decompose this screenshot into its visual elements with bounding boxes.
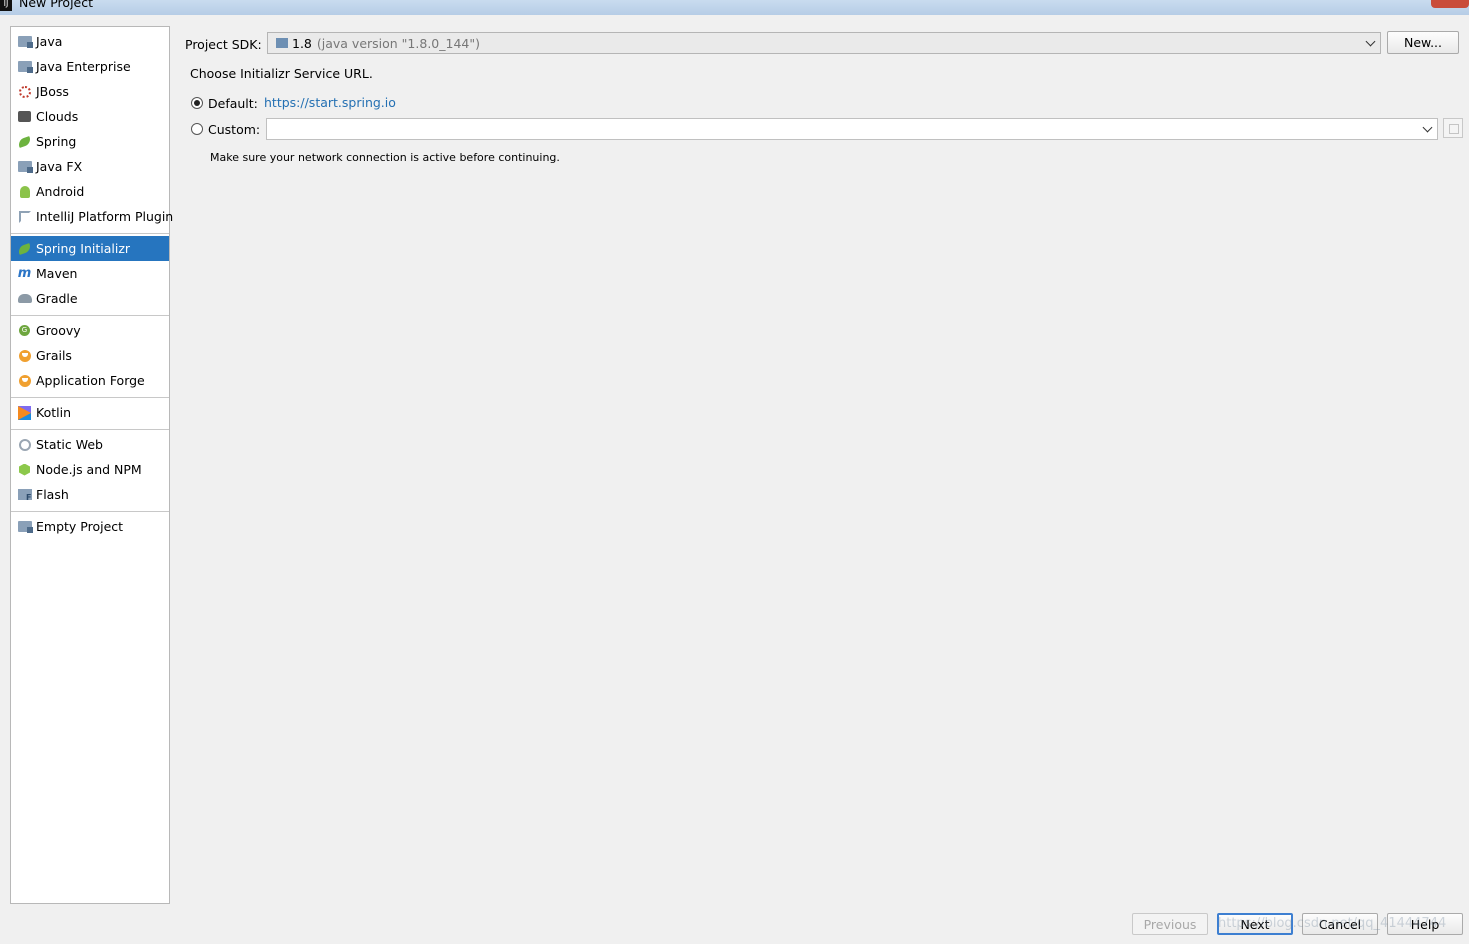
spring-initializr-panel: Project SDK: 1.8 (java version "1.8.0_14… [170,26,1469,902]
grails-icon [17,373,32,388]
sidebar-group: Kotlin [11,398,169,430]
sidebar-item-java-fx[interactable]: Java FX [11,154,169,179]
sidebar-item-groovy[interactable]: G Groovy [11,318,169,343]
network-note: Make sure your network connection is act… [210,151,560,164]
window-title: New Project [19,0,94,10]
plugin-icon [17,209,32,224]
sidebar-item-label: Grails [36,348,72,363]
sidebar-item-label: Application Forge [36,373,145,388]
sidebar-item-label: Java FX [36,159,83,174]
sidebar-item-label: IntelliJ Platform Plugin [36,209,174,224]
close-window-button[interactable] [1431,0,1469,8]
sidebar-item-label: Empty Project [36,519,124,534]
sdk-detail: (java version "1.8.0_144") [316,35,480,51]
custom-url-browse-button[interactable] [1443,118,1463,138]
sidebar-item-label: Static Web [36,437,103,452]
sidebar-item-label: Gradle [36,291,78,306]
help-button[interactable]: Help [1387,913,1463,935]
custom-label: Custom: [208,122,261,137]
kotlin-icon [17,405,32,420]
project-sdk-label: Project SDK: [185,37,262,52]
maven-icon: m [17,266,32,281]
sidebar-item-flash[interactable]: Flash [11,482,169,507]
gradle-icon [17,291,32,306]
sidebar-group: Java Java Enterprise JBoss Clouds Spring Java… [11,27,173,234]
sidebar-item-label: Flash [36,487,69,502]
sidebar-item-empty-project[interactable]: Empty Project [11,514,169,539]
sidebar-item-android[interactable]: Android [11,179,169,204]
sidebar-item-spring-initializr[interactable]: Spring Initializr [11,236,169,261]
sidebar-item-label: Java Enterprise [36,59,131,74]
project-sdk-dropdown[interactable]: 1.8 (java version "1.8.0_144") [267,32,1381,54]
sdk-version: 1.8 [292,35,312,51]
previous-button[interactable]: Previous [1132,913,1208,935]
new-sdk-button[interactable]: New... [1387,31,1459,54]
cancel-button[interactable]: Cancel [1302,913,1378,935]
intellij-app-icon: IJ [0,0,12,11]
groovy-icon: G [17,323,32,338]
default-label: Default: [208,96,258,111]
choose-url-label: Choose Initializr Service URL. [190,66,373,81]
default-url-link[interactable]: https://start.spring.io [264,95,396,110]
grails-icon [17,348,32,363]
android-icon [17,184,32,199]
cloud-icon [17,109,32,124]
folder-icon [17,34,33,49]
sidebar-item-label: Maven [36,266,78,281]
sidebar-item-label: Clouds [36,109,79,124]
custom-url-input[interactable] [266,118,1438,140]
sidebar-item-maven[interactable]: m Maven [11,261,169,286]
folder-icon [17,519,33,534]
default-url-radio[interactable] [191,97,203,109]
sidebar-group: Empty Project [11,512,169,543]
custom-url-radio[interactable] [191,123,203,135]
sdk-folder-icon [276,38,288,48]
sidebar-item-label: Java [36,34,63,49]
jboss-icon [17,84,32,99]
sidebar-item-clouds[interactable]: Clouds [11,104,169,129]
sidebar-item-intellij-platform-plugin[interactable]: IntelliJ Platform Plugin [11,204,173,229]
sidebar-item-grails[interactable]: Grails [11,343,169,368]
chevron-down-icon [1422,122,1433,133]
sidebar-item-kotlin[interactable]: Kotlin [11,400,169,425]
folder-icon [17,59,33,74]
spring-initializr-icon [17,241,32,256]
window-titlebar: IJ New Project [0,0,1469,15]
web-icon [17,437,32,452]
sidebar-item-java[interactable]: Java [11,29,169,54]
sidebar-item-java-enterprise[interactable]: Java Enterprise [11,54,169,79]
folder-icon [17,159,33,174]
sidebar-item-label: Groovy [36,323,81,338]
spring-leaf-icon [17,134,32,149]
sidebar-item-static-web[interactable]: Static Web [11,432,169,457]
project-type-list: Java Java Enterprise JBoss Clouds Spring Java… [10,26,173,904]
nodejs-icon [17,462,32,477]
sidebar-item-gradle[interactable]: Gradle [11,286,169,311]
sidebar-group: G Groovy Grails Application Forge [11,316,169,398]
sidebar-item-label: Android [36,184,85,199]
sidebar-item-application-forge[interactable]: Application Forge [11,368,169,393]
sidebar-item-label: Kotlin [36,405,71,420]
sidebar-item-jboss[interactable]: JBoss [11,79,169,104]
flash-icon [17,487,32,502]
next-button[interactable]: Next [1217,913,1293,935]
sidebar-item-label: Node.js and NPM [36,462,142,477]
sidebar-group: Static Web Node.js and NPM Flash [11,430,169,512]
sidebar-item-label: Spring Initializr [36,241,131,256]
sidebar-group: Spring Initializr m Maven Gradle [11,234,169,316]
sidebar-item-label: Spring [36,134,77,149]
chevron-down-icon [1365,36,1376,47]
sidebar-item-label: JBoss [36,84,69,99]
sidebar-item-spring[interactable]: Spring [11,129,169,154]
sidebar-item-node-js-and-npm[interactable]: Node.js and NPM [11,457,169,482]
